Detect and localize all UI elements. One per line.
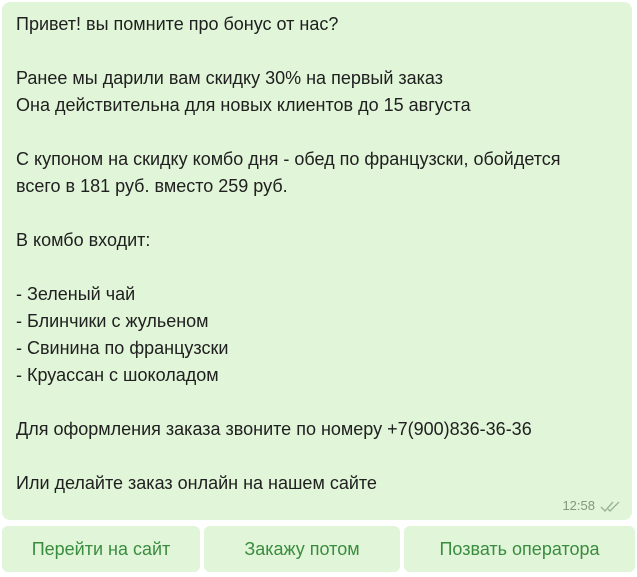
message-line: Она действительна для новых клиентов до … — [16, 95, 471, 115]
order-later-button[interactable]: Закажу потом — [204, 526, 400, 572]
message-line — [16, 119, 618, 146]
message-line: Привет! вы помните про бонус от нас? — [16, 14, 339, 34]
message-line — [16, 389, 618, 416]
message-meta: 12:58 — [562, 498, 622, 514]
message-line — [16, 443, 618, 470]
open-site-button[interactable]: Перейти на сайт — [2, 526, 200, 572]
inline-keyboard: Перейти на сайт Закажу потом Позвать опе… — [0, 526, 637, 575]
message-line: В комбо входит: — [16, 230, 151, 250]
double-check-icon — [600, 500, 622, 513]
call-operator-button[interactable]: Позвать оператора — [404, 526, 635, 572]
message-line: всего в 181 руб. вместо 259 руб. — [16, 176, 288, 196]
message-line — [16, 200, 618, 227]
message-line — [16, 254, 618, 281]
message-line: - Зеленый чай — [16, 284, 136, 304]
chat-view: Привет! вы помните про бонус от нас? Ран… — [0, 0, 637, 577]
message-line: Ранее мы дарили вам скидку 30% на первый… — [16, 68, 443, 88]
message-text: Привет! вы помните про бонус от нас? Ран… — [16, 11, 618, 497]
message-line: Для оформления заказа звоните по номеру … — [16, 419, 532, 439]
message-time: 12:58 — [562, 498, 595, 513]
message-line: Или делайте заказ онлайн на нашем сайте — [16, 473, 377, 493]
message-line: - Свинина по французски — [16, 338, 229, 358]
message-line: - Блинчики с жульеном — [16, 311, 209, 331]
message-line: С купоном на скидку комбо дня - обед по … — [16, 149, 561, 169]
message-bubble: Привет! вы помните про бонус от нас? Ран… — [2, 2, 632, 520]
message-line: - Круассан с шоколадом — [16, 365, 219, 385]
message-line — [16, 38, 618, 65]
